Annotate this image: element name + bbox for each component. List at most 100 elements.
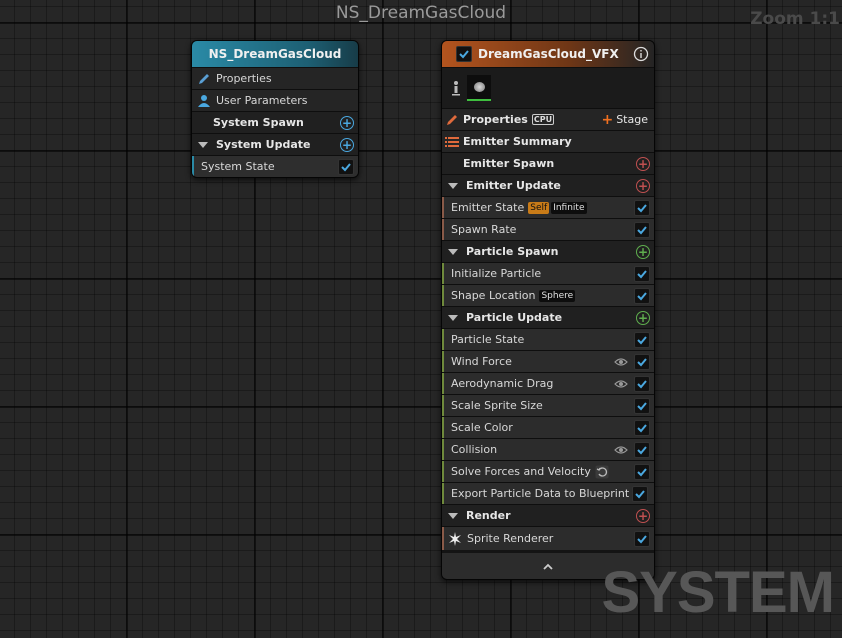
system-node[interactable]: NS_DreamGasCloud Properties User Paramet… bbox=[191, 40, 359, 178]
add-particle-update-module-icon[interactable]: + bbox=[636, 310, 650, 325]
module-checkbox[interactable] bbox=[634, 463, 650, 480]
emitter-enabled-checkbox[interactable] bbox=[456, 46, 472, 62]
module-checkbox[interactable] bbox=[634, 265, 650, 282]
emitter-spawn-row[interactable]: Emitter Spawn + bbox=[442, 152, 654, 174]
graph-title: NS_DreamGasCloud bbox=[335, 3, 507, 23]
sprite-renderer-row[interactable]: Sprite Renderer bbox=[442, 526, 654, 550]
system-spawn-row[interactable]: System Spawn + bbox=[192, 111, 358, 133]
sprite-renderer-label: Sprite Renderer bbox=[467, 532, 554, 545]
stage-label: Stage bbox=[616, 113, 648, 126]
module-label: Shape Location bbox=[451, 289, 536, 302]
checkmark-icon bbox=[635, 489, 645, 498]
add-system-update-module-icon[interactable]: + bbox=[340, 137, 354, 152]
emitter-properties-row[interactable]: Properties CPU + Stage bbox=[442, 108, 654, 130]
add-emitter-spawn-module-icon[interactable]: + bbox=[636, 156, 650, 171]
checkmark-icon bbox=[637, 335, 647, 344]
module-checkbox[interactable] bbox=[634, 353, 650, 370]
module-initialize-particle[interactable]: Initialize Particle bbox=[442, 262, 654, 284]
module-emitter-state[interactable]: Emitter State Self Infinite bbox=[442, 196, 654, 218]
module-checkbox[interactable] bbox=[634, 530, 650, 547]
emitter-node-header[interactable]: DreamGasCloud_VFX bbox=[442, 41, 654, 67]
system-state-checkbox[interactable] bbox=[338, 158, 354, 175]
collapse-arrow-icon[interactable] bbox=[448, 512, 458, 519]
emitter-update-row[interactable]: Emitter Update + bbox=[442, 174, 654, 196]
module-label: Initialize Particle bbox=[451, 267, 542, 280]
checkmark-icon bbox=[341, 162, 351, 171]
module-label: Emitter State bbox=[451, 201, 525, 214]
collapse-arrow-icon[interactable] bbox=[198, 141, 208, 148]
system-properties-row[interactable]: Properties bbox=[192, 67, 358, 89]
user-parameters-label: User Parameters bbox=[216, 94, 308, 107]
checkmark-icon bbox=[637, 401, 647, 410]
add-renderer-icon[interactable]: + bbox=[636, 508, 650, 523]
module-label: Spawn Rate bbox=[451, 223, 517, 236]
module-checkbox[interactable] bbox=[634, 287, 650, 304]
particle-update-row[interactable]: Particle Update + bbox=[442, 306, 654, 328]
checkmark-icon bbox=[637, 379, 647, 388]
checkmark-icon bbox=[637, 269, 647, 278]
plus-icon: + bbox=[601, 111, 614, 128]
eye-icon[interactable] bbox=[614, 377, 628, 391]
module-shape-location[interactable]: Shape Location Sphere bbox=[442, 284, 654, 306]
module-spawn-rate[interactable]: Spawn Rate bbox=[442, 218, 654, 240]
add-particle-spawn-module-icon[interactable]: + bbox=[636, 244, 650, 259]
system-properties-label: Properties bbox=[216, 72, 272, 85]
system-watermark: SYSTEM bbox=[601, 560, 835, 625]
module-scale-color[interactable]: Scale Color bbox=[442, 416, 654, 438]
system-node-header[interactable]: NS_DreamGasCloud bbox=[192, 41, 358, 67]
smoke-preview-icon bbox=[473, 82, 485, 92]
module-checkbox[interactable] bbox=[634, 221, 650, 238]
user-parameters-row[interactable]: User Parameters bbox=[192, 89, 358, 111]
list-icon bbox=[445, 136, 459, 147]
add-stage-button[interactable]: + Stage bbox=[601, 112, 648, 128]
module-checkbox[interactable] bbox=[632, 485, 649, 502]
info-icon[interactable] bbox=[633, 46, 649, 62]
emitter-thumbnail-bar bbox=[442, 67, 654, 108]
sprite-icon bbox=[449, 531, 461, 546]
refresh-icon bbox=[595, 465, 609, 478]
module-aerodynamic-drag[interactable]: Aerodynamic Drag bbox=[442, 372, 654, 394]
module-export-particle-data[interactable]: Export Particle Data to Blueprint bbox=[442, 482, 654, 504]
particle-spawn-row[interactable]: Particle Spawn + bbox=[442, 240, 654, 262]
module-checkbox[interactable] bbox=[634, 419, 650, 436]
emitter-properties-label: Properties bbox=[463, 113, 528, 126]
module-checkbox[interactable] bbox=[634, 331, 650, 348]
emitter-node[interactable]: DreamGasCloud_VFX Properties CPU + Stage… bbox=[441, 40, 655, 580]
emitter-thumbnail[interactable] bbox=[467, 75, 491, 101]
collapse-arrow-icon[interactable] bbox=[448, 182, 458, 189]
checkmark-icon bbox=[637, 445, 647, 454]
module-wind-force[interactable]: Wind Force bbox=[442, 350, 654, 372]
system-state-row[interactable]: System State bbox=[192, 155, 358, 177]
user-icon bbox=[198, 94, 210, 107]
zoom-level: Zoom 1:1 bbox=[750, 9, 840, 29]
module-label: Wind Force bbox=[451, 355, 512, 368]
module-checkbox[interactable] bbox=[634, 375, 650, 392]
module-label: Export Particle Data to Blueprint bbox=[451, 487, 630, 500]
checkmark-icon bbox=[637, 467, 647, 476]
module-scale-sprite-size[interactable]: Scale Sprite Size bbox=[442, 394, 654, 416]
checkmark-icon bbox=[637, 423, 647, 432]
system-update-row[interactable]: System Update + bbox=[192, 133, 358, 155]
add-emitter-update-module-icon[interactable]: + bbox=[636, 178, 650, 193]
module-particle-state[interactable]: Particle State bbox=[442, 328, 654, 350]
checkmark-icon bbox=[637, 291, 647, 300]
module-checkbox[interactable] bbox=[634, 441, 650, 458]
checkmark-icon bbox=[459, 50, 469, 59]
render-row[interactable]: Render + bbox=[442, 504, 654, 526]
pencil-icon bbox=[199, 73, 209, 84]
system-node-title: NS_DreamGasCloud bbox=[208, 47, 342, 61]
collapse-arrow-icon[interactable] bbox=[448, 314, 458, 321]
eye-icon[interactable] bbox=[614, 355, 628, 369]
collapse-arrow-icon[interactable] bbox=[448, 248, 458, 255]
add-system-spawn-module-icon[interactable]: + bbox=[340, 115, 354, 130]
particle-spawn-label: Particle Spawn bbox=[466, 245, 559, 258]
module-collision[interactable]: Collision bbox=[442, 438, 654, 460]
module-solve-forces-and-velocity[interactable]: Solve Forces and Velocity bbox=[442, 460, 654, 482]
checkmark-icon bbox=[637, 357, 647, 366]
emitter-node-title: DreamGasCloud_VFX bbox=[478, 47, 619, 61]
eye-icon[interactable] bbox=[614, 443, 628, 457]
render-label: Render bbox=[466, 509, 511, 522]
module-checkbox[interactable] bbox=[634, 397, 650, 414]
module-checkbox[interactable] bbox=[634, 199, 650, 216]
emitter-summary-row[interactable]: Emitter Summary bbox=[442, 130, 654, 152]
